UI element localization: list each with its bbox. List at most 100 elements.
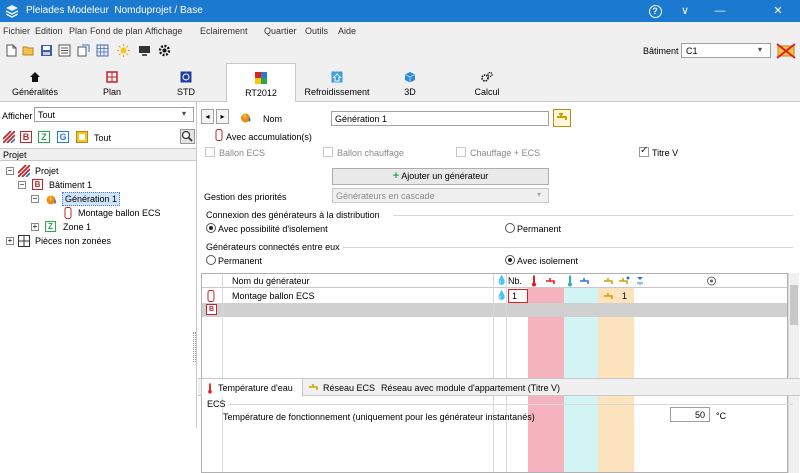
save-icon[interactable] xyxy=(40,44,53,57)
menu-aide[interactable]: Aide xyxy=(338,26,356,36)
next-button[interactable]: ▸ xyxy=(216,109,229,124)
ecs-tap-icon xyxy=(604,278,613,284)
subtab-reseau-module[interactable]: Réseau avec module d'appartement (Titre … xyxy=(378,379,578,396)
plan-icon xyxy=(106,71,118,83)
menu-affichage[interactable]: Affichage xyxy=(145,26,182,36)
help-icon: ? xyxy=(648,5,662,18)
collapse-icon[interactable]: − xyxy=(31,195,39,203)
grid-icon[interactable] xyxy=(96,44,109,57)
list-icon[interactable] xyxy=(58,44,71,57)
collapse-ribbon-button[interactable]: ∨ xyxy=(670,0,700,22)
menu-eclairement[interactable]: Eclairement xyxy=(200,26,248,36)
tree-item-pieces[interactable]: + Pièces non zonées xyxy=(0,234,196,248)
minimize-button[interactable]: — xyxy=(705,0,735,22)
tab-calcul[interactable]: Calcul xyxy=(460,63,514,102)
menu-outils[interactable]: Outils xyxy=(305,26,328,36)
afficher-label: Afficher xyxy=(2,111,33,121)
collapse-icon[interactable]: − xyxy=(6,167,14,175)
menu-fond-de-plan[interactable]: Fond de plan xyxy=(90,26,143,36)
nom-input[interactable]: Génération 1 xyxy=(331,111,549,126)
temp-input[interactable]: 50 xyxy=(670,407,710,422)
close-button[interactable]: ✕ xyxy=(760,0,796,22)
tab-label: Refroidissement xyxy=(304,87,370,97)
connectes-permanent-label: Permanent xyxy=(218,256,263,266)
tab-generalites[interactable]: Généralités xyxy=(6,63,64,102)
tab-3d[interactable]: 3D xyxy=(386,63,434,102)
subtab-temperature[interactable]: Température d'eau xyxy=(201,378,303,397)
tab-rt2012[interactable]: RT2012 xyxy=(226,63,296,103)
temp-unit: °C xyxy=(716,411,727,421)
menu-edition[interactable]: Edition xyxy=(35,26,63,36)
tap-icon[interactable] xyxy=(553,109,571,127)
splitter-grip[interactable] xyxy=(193,332,196,362)
all-types-icon[interactable] xyxy=(3,131,15,143)
filter-zone-button[interactable]: Z xyxy=(38,131,50,143)
ballon-ecs-checkbox[interactable] xyxy=(205,147,215,157)
expand-icon[interactable]: + xyxy=(6,237,14,245)
generation-icon xyxy=(46,195,56,205)
monitor-icon[interactable] xyxy=(138,44,151,57)
delete-batiment-icon[interactable] xyxy=(775,43,797,59)
tab-std[interactable]: STD xyxy=(158,63,214,102)
collapse-icon[interactable]: − xyxy=(18,181,26,189)
nb-cell[interactable]: 1 xyxy=(508,289,528,303)
batiment-label: Bâtiment xyxy=(643,46,679,56)
ballon-icon xyxy=(215,129,223,141)
ballon-chauffage-checkbox[interactable] xyxy=(323,147,333,157)
menu-fichier[interactable]: Fichier xyxy=(3,26,30,36)
tree-item-projet[interactable]: − Projet xyxy=(0,164,196,178)
afficher-value: Tout xyxy=(38,110,56,120)
filter-tout-icon[interactable] xyxy=(76,131,88,143)
nom-value: Génération 1 xyxy=(335,114,388,124)
search-icon[interactable] xyxy=(180,129,195,144)
scrollbar-thumb[interactable] xyxy=(790,285,798,325)
tree-item-ballon[interactable]: Montage ballon ECS xyxy=(0,206,196,220)
filter-groupe-button[interactable]: G xyxy=(57,131,69,143)
tree-item-generation[interactable]: − Génération 1 xyxy=(0,192,196,206)
chevron-down-icon: ▾ xyxy=(537,190,542,199)
gear-icon[interactable] xyxy=(158,44,171,57)
export-icon[interactable] xyxy=(77,44,90,57)
tree-item-label: Zone 1 xyxy=(63,222,92,232)
projet-header: Projet xyxy=(0,148,196,161)
connectes-isolement-radio[interactable] xyxy=(505,255,515,265)
tree-item-label: Pièces non zonées xyxy=(35,236,112,246)
cooling-tap-icon xyxy=(580,278,589,284)
connectes-permanent-radio[interactable] xyxy=(206,255,216,265)
gestion-select[interactable]: Générateurs en cascade ▾ xyxy=(332,188,549,203)
new-icon[interactable] xyxy=(5,44,18,57)
tree-item-batiment[interactable]: − B Bâtiment 1 xyxy=(0,178,196,192)
chauffage-ecs-label: Chauffage + ECS xyxy=(470,148,541,158)
sun-icon[interactable] xyxy=(117,44,130,57)
batiment-select[interactable]: C1 ▾ xyxy=(681,43,771,58)
titre-v-checkbox[interactable] xyxy=(639,145,649,157)
help-button[interactable]: ? xyxy=(640,0,670,22)
table-row[interactable]: Montage ballon ECS 💧 1 1 xyxy=(202,289,787,303)
afficher-select[interactable]: Tout ▾ xyxy=(34,107,194,122)
tree-item-label: Montage ballon ECS xyxy=(78,208,161,218)
menu-quartier[interactable]: Quartier xyxy=(264,26,297,36)
add-generator-button[interactable]: + Ajouter un générateur xyxy=(332,168,549,185)
previous-button[interactable]: ◂ xyxy=(201,109,214,124)
ecs-tap-icon xyxy=(309,384,318,390)
left-panel: Afficher Tout ▾ B Z G Tout Projet − Proj… xyxy=(0,102,197,428)
menu-plan[interactable]: Plan xyxy=(69,26,87,36)
subtab-label: Réseau ECS xyxy=(323,383,376,393)
connexion-isolement-radio[interactable] xyxy=(206,223,216,233)
new-row[interactable]: B xyxy=(202,303,787,317)
chauffage-ecs-checkbox[interactable] xyxy=(456,147,466,157)
connexion-title: Connexion des générateurs à la distribut… xyxy=(206,210,380,220)
tab-plan[interactable]: Plan xyxy=(84,63,140,102)
filter-batiment-button[interactable]: B xyxy=(20,131,32,143)
tree-item-zone[interactable]: + Z Zone 1 xyxy=(0,220,196,234)
toolbar: Bâtiment C1 ▾ xyxy=(0,39,800,63)
open-icon[interactable] xyxy=(22,44,35,57)
ballon-chauffage-label: Ballon chauffage xyxy=(337,148,404,158)
grid-scrollbar[interactable] xyxy=(788,273,799,473)
tab-refroidissement[interactable]: Refroidissement xyxy=(302,63,372,102)
connexion-permanent-radio[interactable] xyxy=(505,223,515,233)
subtab-reseau-ecs[interactable]: Réseau ECS xyxy=(306,379,376,396)
subtab-bar: Température d'eau Réseau ECS Réseau avec… xyxy=(198,378,800,397)
expand-icon[interactable]: + xyxy=(31,223,39,231)
std-icon xyxy=(180,71,192,83)
